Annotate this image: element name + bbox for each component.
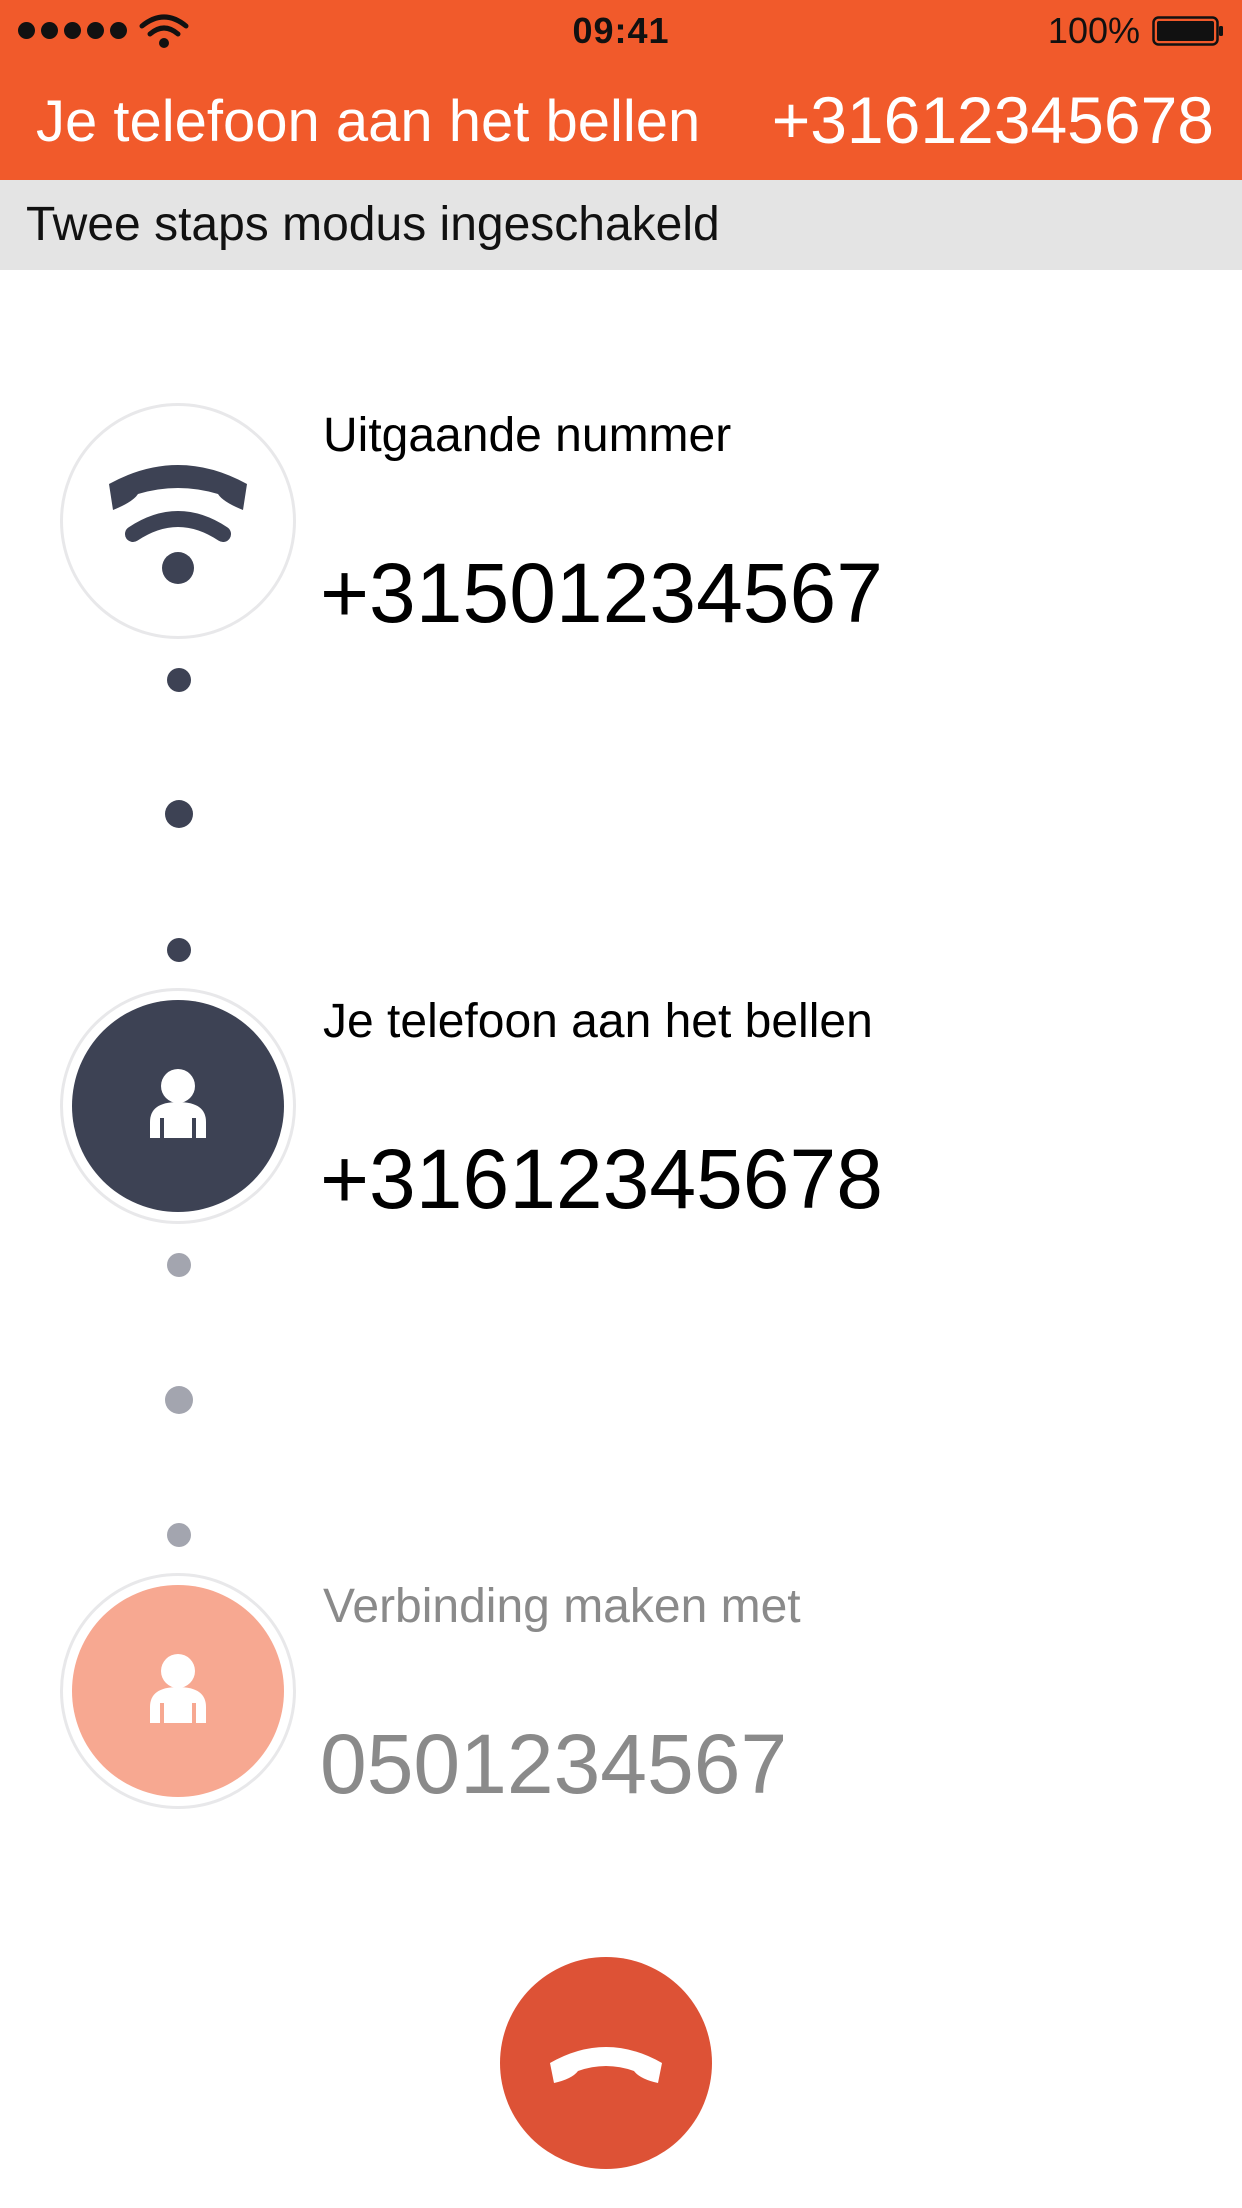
person-icon (150, 1069, 206, 1138)
connector-dot (165, 1386, 193, 1414)
step-my-phone-label: Je telefoon aan het bellen (323, 995, 873, 1048)
battery-icon (1152, 16, 1223, 46)
hang-up-icon (550, 2047, 662, 2083)
step-destination-circle (60, 1573, 296, 1809)
step-outgoing-label: Uitgaande nummer (323, 409, 732, 462)
person-icon (150, 1654, 206, 1723)
phone-signal-icon (109, 465, 247, 584)
step-my-phone-number: +31612345678 (320, 1132, 883, 1226)
status-bar: 09:41 100% (0, 0, 1242, 60)
connector-dot (167, 1253, 191, 1277)
step-outgoing-number: +31501234567 (320, 546, 883, 640)
connector-dot (167, 938, 191, 962)
step-my-phone-circle (60, 988, 296, 1224)
connector-dot (167, 1523, 191, 1547)
two-step-mode-banner: Twee staps modus ingeschakeld (0, 180, 1242, 270)
step-destination-number: 0501234567 (320, 1717, 788, 1811)
connector-dot (167, 668, 191, 692)
banner-text: Twee staps modus ingeschakeld (26, 198, 720, 251)
call-header: Je telefoon aan het bellen +31612345678 (0, 60, 1242, 180)
header-title: Je telefoon aan het bellen (36, 89, 701, 154)
header-phone-number: +31612345678 (771, 83, 1214, 157)
step-outgoing-circle (60, 403, 296, 639)
end-call-button[interactable] (500, 1957, 712, 2169)
connector-dot (165, 800, 193, 828)
step-destination-label: Verbinding maken met (323, 1580, 801, 1633)
battery-percentage: 100% (1047, 10, 1140, 51)
